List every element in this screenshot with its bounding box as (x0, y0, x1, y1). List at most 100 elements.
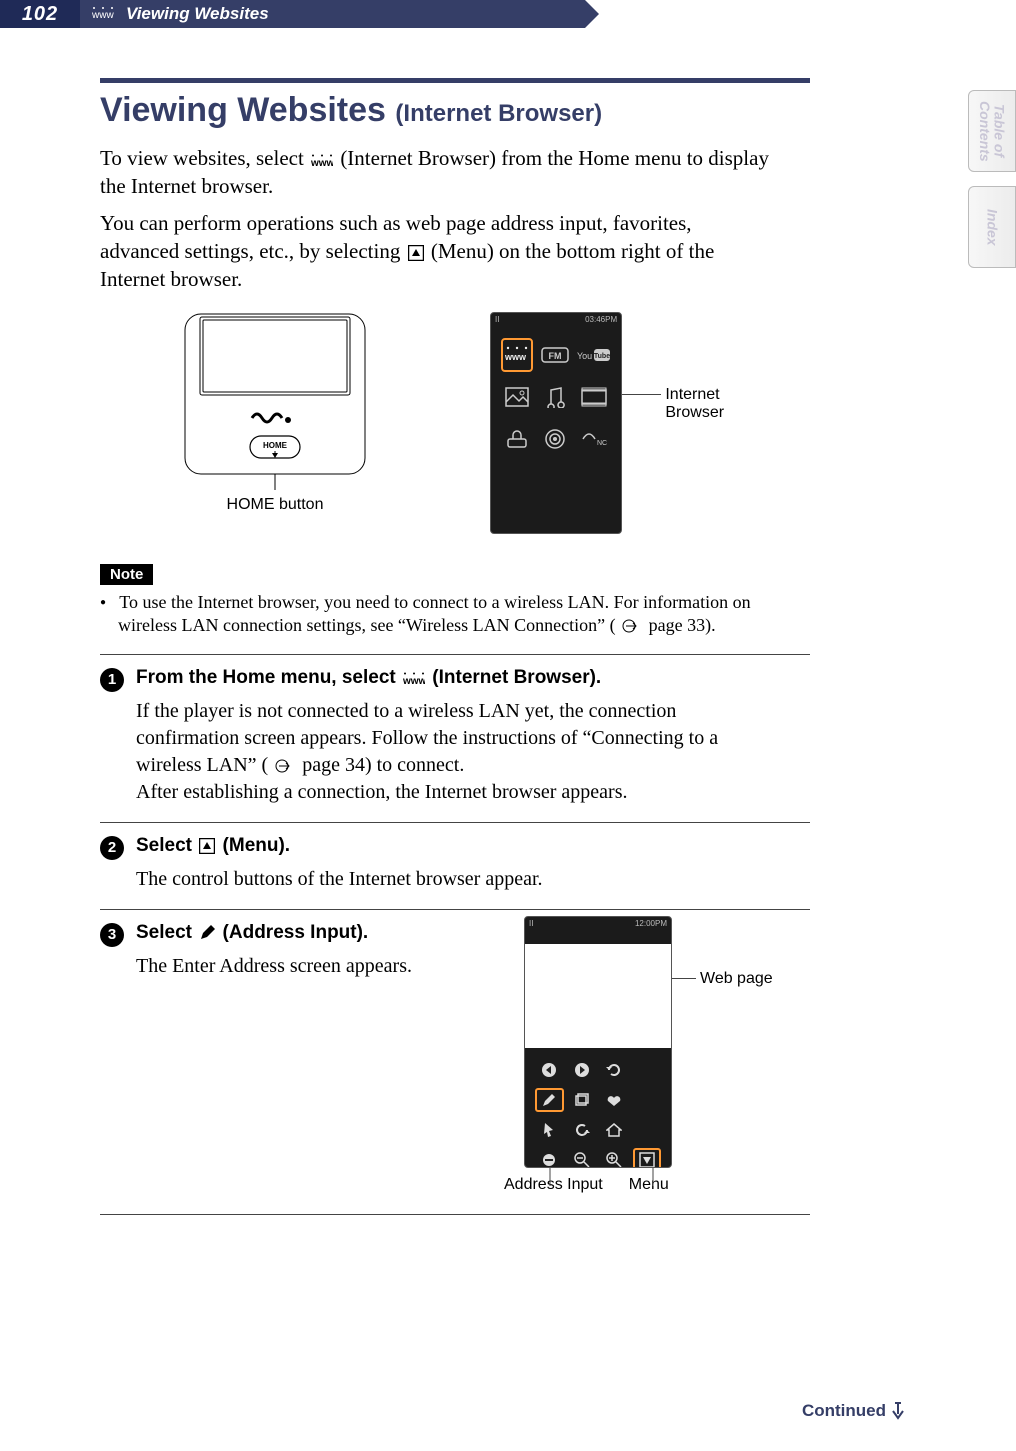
step-1-head: From the Home menu, select www (Internet… (136, 667, 601, 689)
home-podcast-icon (539, 422, 571, 456)
svg-text:NC: NC (597, 440, 607, 447)
www-icon: www (401, 672, 427, 686)
s3-head-b: (Address Input). (223, 922, 369, 943)
separator (100, 822, 810, 823)
page-content: Viewing Websites (Internet Browser) To v… (0, 28, 880, 1257)
browser-empty-3 (633, 1118, 662, 1142)
svg-text:HOME: HOME (263, 441, 288, 450)
side-tab-index[interactable]: Index (968, 186, 1016, 268)
side-tab-index-label: Index (985, 209, 1000, 246)
www-icon: www (309, 154, 335, 168)
browser-empty-2 (633, 1088, 662, 1112)
side-tab-toc-label: Table of Contents (977, 91, 1006, 171)
title-sub: (Internet Browser) (395, 100, 602, 127)
home-noise-icon: NC (577, 422, 611, 456)
header-bar: 102 www Viewing Websites (0, 0, 585, 28)
pointer-ref-icon (620, 619, 644, 633)
step-2-head: Select (Menu). (136, 835, 290, 857)
note-list: To use the Internet browser, you need to… (100, 591, 770, 638)
status-bar-2: II12:00PM (525, 917, 671, 930)
step-3-head: Select (Address Input). (136, 922, 368, 944)
clock-text: 03:46PM (585, 315, 617, 324)
separator (100, 909, 810, 910)
browser-pointer-icon (535, 1118, 564, 1142)
browser-refresh-icon (568, 1118, 597, 1142)
separator (100, 1214, 810, 1215)
continued-label: Continued (802, 1401, 906, 1421)
browser-back-icon (535, 1058, 564, 1082)
home-screen: II03:46PM www FM YouTube (490, 312, 622, 534)
side-tab-toc[interactable]: Table of Contents (968, 90, 1016, 172)
s2-head-a: Select (136, 835, 197, 856)
title-main: Viewing Websites (100, 91, 386, 129)
browser-reload-icon (600, 1058, 629, 1082)
menu-up-icon (197, 838, 217, 854)
svg-text:www: www (504, 352, 527, 362)
s1-body-ref: page 34) to connect. (302, 754, 464, 776)
browser-address-input-icon (535, 1088, 564, 1112)
pencil-icon (197, 925, 217, 941)
step-1-badge: 1 (100, 668, 124, 692)
header-chevron (585, 0, 599, 28)
intro-1a: To view websites, select (100, 146, 309, 170)
home-music-icon (539, 380, 571, 414)
browser-zoom-out-icon (568, 1148, 597, 1168)
home-button-caption: HOME button (180, 496, 370, 514)
step-3-row: 3 Select (Address Input). The Enter Addr… (100, 922, 770, 1194)
clock2-text: 12:00PM (635, 919, 667, 928)
home-photo-icon (501, 380, 533, 414)
browser-diagram-wrapper: II12:00PM (524, 922, 762, 1194)
browser-home-icon (600, 1118, 629, 1142)
status-bar: II03:46PM (491, 313, 621, 326)
svg-text:FM: FM (549, 351, 562, 361)
svg-text:You: You (577, 351, 592, 361)
s1-head-a: From the Home menu, select (136, 667, 401, 688)
browser-menu-down-icon (633, 1148, 662, 1168)
step-2-badge: 2 (100, 836, 124, 860)
web-page-label: Web page (700, 970, 773, 988)
browser-forward-icon (568, 1058, 597, 1082)
s2-head-b: (Menu). (223, 835, 291, 856)
svg-text:www: www (92, 10, 114, 21)
note-item: To use the Internet browser, you need to… (100, 591, 770, 638)
home-video-icon (577, 380, 611, 414)
browser-screen: II12:00PM (524, 916, 672, 1168)
web-page-area (525, 944, 671, 1048)
continued-arrow-icon (890, 1402, 906, 1420)
browser-favorite-icon (600, 1088, 629, 1112)
step-3-badge: 3 (100, 923, 124, 947)
home-www-icon: www (501, 338, 533, 372)
svg-text:www: www (311, 158, 333, 168)
step-2-body: The control buttons of the Internet brow… (136, 866, 770, 893)
step-1: 1 From the Home menu, select www (Intern… (100, 667, 770, 692)
home-screen-diagram: II03:46PM www FM YouTube (490, 312, 770, 534)
note-pageref: page 33). (649, 615, 716, 635)
header-section-title: Viewing Websites (126, 4, 269, 24)
home-youtube-icon: YouTube (577, 338, 611, 372)
browser-stop-icon (535, 1148, 564, 1168)
s1-head-b: (Internet Browser). (432, 667, 601, 688)
page-number: 102 (0, 0, 80, 28)
pointer-ref-icon (273, 759, 297, 773)
diagrams-row: HOME HOME button II03:46PM www FM (180, 312, 770, 534)
svg-text:www: www (403, 676, 425, 686)
step-2: 2 Select (Menu). (100, 835, 770, 860)
annotation-line (622, 394, 661, 395)
browser-empty-1 (633, 1058, 662, 1082)
www-header-icon: www (92, 6, 114, 22)
step-3-body: The Enter Address screen appears. (136, 953, 500, 980)
home-fm-icon: FM (539, 338, 571, 372)
bottom-annotation-lines (518, 1168, 698, 1208)
internet-browser-label: Internet Browser (665, 386, 770, 422)
side-tabs: Table of Contents Index (968, 90, 1016, 282)
intro-para-1: To view websites, select www (Internet B… (100, 144, 770, 201)
s3-head-a: Select (136, 922, 197, 943)
title-rule (100, 78, 810, 83)
intro-para-2: You can perform operations such as web p… (100, 209, 770, 294)
page-title: Viewing Websites (Internet Browser) (100, 91, 770, 130)
menu-up-icon (406, 245, 426, 261)
browser-history-icon (568, 1088, 597, 1112)
step-3: 3 Select (Address Input). (100, 922, 500, 947)
note-label: Note (100, 564, 153, 585)
home-settings-icon (501, 422, 533, 456)
